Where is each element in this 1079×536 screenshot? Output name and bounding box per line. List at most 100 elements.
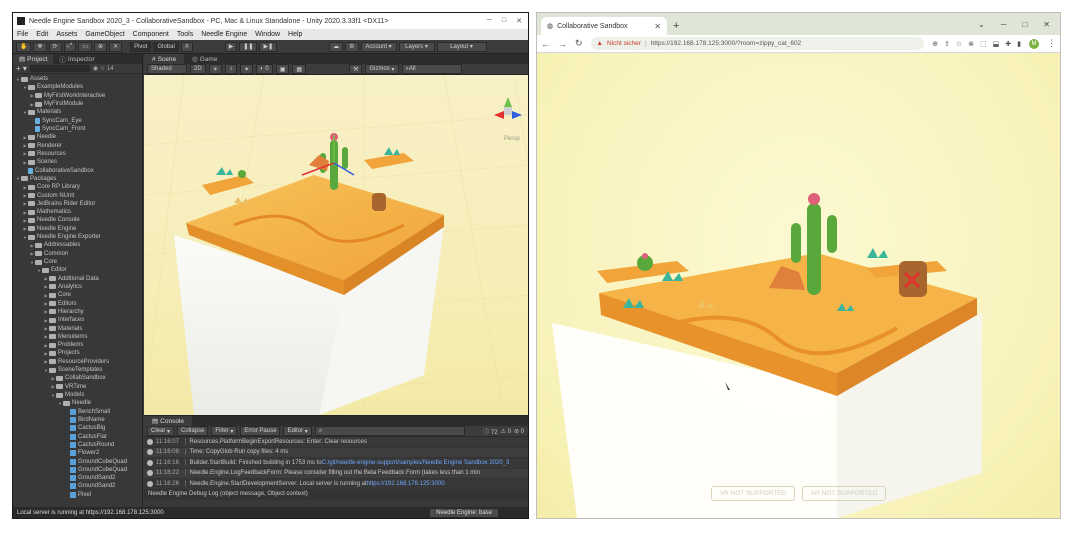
pause-button[interactable]: ❚❚ (239, 41, 258, 52)
tree-item[interactable]: ▶ Custom NUnit (13, 191, 142, 199)
tree-item[interactable]: ▶ Needle (13, 133, 142, 141)
forward-icon[interactable]: → (558, 39, 567, 49)
webpage-canvas[interactable]: VR NOT SUPPORTED AR NOT SUPPORTED (537, 53, 1060, 518)
cloud-icon[interactable]: ☁ (329, 41, 344, 52)
tree-item[interactable]: ▶ Resources (13, 150, 142, 158)
layers-dropdown[interactable]: Layers ▾ (398, 41, 435, 52)
tree-item[interactable]: ▼ ExampleModules (13, 83, 142, 91)
vr-not-supported-button[interactable]: VR NOT SUPPORTED (711, 486, 795, 501)
console-log-entry[interactable]: 11:16:22 | Needle.Engine.LogFeedbackForm: … (144, 468, 528, 479)
collab-icon[interactable]: ⚙ (345, 41, 359, 52)
menu-item-window[interactable]: Window (255, 31, 280, 38)
tree-item[interactable]: ▶ Core RP Library (13, 183, 142, 191)
menu-item-gameobject[interactable]: GameObject (85, 31, 124, 38)
tree-item[interactable]: ▶ VRTime (13, 383, 142, 391)
tree-item[interactable]: ▼ Materials (13, 108, 142, 116)
close-icon[interactable]: ✕ (516, 17, 522, 25)
tree-item[interactable]: ▶ Core (13, 291, 142, 299)
tree-item[interactable]: ▼ Needle (13, 399, 142, 407)
tree-item[interactable]: BirdName (13, 416, 142, 424)
console-log-entry[interactable]: 11:16:16 | Builder.StartBuild: Finished bu… (144, 458, 528, 469)
global-toggle[interactable]: Global (153, 41, 179, 52)
menu-item-assets[interactable]: Assets (56, 31, 77, 38)
tree-item[interactable]: ▶ Mathematics (13, 208, 142, 216)
tree-item[interactable]: ▼ Needle Engine Exporter (13, 233, 142, 241)
menu-icon[interactable]: ⋮ (1047, 38, 1056, 49)
tree-item[interactable]: ▶ JetBrains Rider Editor (13, 200, 142, 208)
rotate-tool-icon[interactable]: ⟳ (48, 41, 62, 52)
log-link[interactable]: https://192.168.178.125:3000 (367, 481, 445, 487)
clear-button[interactable]: Clear ▾ (147, 426, 175, 436)
tree-item[interactable]: SyncCam_Eye (13, 117, 142, 125)
tree-item[interactable]: ▶ Addressables (13, 241, 142, 249)
tab-game[interactable]: ◎ Game (184, 54, 225, 64)
screenshot-icon[interactable]: ⬚ (980, 40, 987, 48)
lighting-icon[interactable]: ☀ (208, 64, 223, 74)
console-search-input[interactable]: ⌕ (314, 426, 465, 436)
address-bar[interactable]: ▲ Nicht sicher | https://192.168.178.125… (590, 37, 925, 50)
tree-item[interactable]: BenchSmall (13, 408, 142, 416)
project-search-input[interactable] (29, 65, 90, 72)
pivot-toggle[interactable]: Pivot (130, 41, 152, 52)
tree-item[interactable]: GroundCubeQuad (13, 466, 142, 474)
maximize-icon[interactable]: □ (1022, 20, 1027, 29)
tree-item[interactable]: ▶ CollabSandbox (13, 374, 142, 382)
rect-tool-icon[interactable]: ▭ (78, 41, 93, 52)
menu-item-help[interactable]: Help (288, 31, 302, 38)
tree-item[interactable]: ▶ MyFirstModule (13, 100, 142, 108)
hidden-icon[interactable]: ◐ 0 (256, 64, 273, 74)
tree-item[interactable]: ▼ Editor (13, 266, 142, 274)
tree-item[interactable]: ▶ Needle Engine (13, 225, 142, 233)
log-count[interactable]: ⓘ 72 (483, 427, 497, 436)
tree-item[interactable]: ▼ Core (13, 258, 142, 266)
audio-icon[interactable]: ♪ (225, 64, 238, 74)
tree-item[interactable]: ▼ SceneTemplates (13, 366, 142, 374)
2d-toggle[interactable]: 2D (190, 64, 206, 74)
chevron-down-icon[interactable]: ⌄ (978, 20, 985, 29)
tab-scene[interactable]: # Scene (144, 54, 185, 64)
extension-icon[interactable]: ⊗ (968, 40, 974, 48)
browser-tab[interactable]: ◍ Collaborative Sandbox ✕ (541, 17, 667, 35)
scale-tool-icon[interactable]: ⤢ (63, 41, 77, 52)
console-log-entry[interactable]: 11:16:07 | Resources.PlatformBeginExportRe… (144, 437, 528, 448)
new-tab-button[interactable]: + (673, 20, 679, 32)
sidebar-icon[interactable]: ▮ (1017, 40, 1021, 48)
console-log-entry[interactable]: 11:16:08 | Time: CopyGlob Run copy files: … (144, 447, 528, 458)
maximize-icon[interactable]: □ (502, 17, 506, 25)
shading-dropdown[interactable]: Shaded (147, 64, 187, 74)
tree-item[interactable]: ▶ Renderer (13, 142, 142, 150)
tab-close-icon[interactable]: ✕ (654, 22, 661, 31)
account-dropdown[interactable]: Account ▾ (360, 41, 397, 52)
tree-item[interactable]: ▶ Editors (13, 299, 142, 307)
puzzle-icon[interactable]: ✚ (1005, 40, 1011, 48)
menu-item-edit[interactable]: Edit (36, 31, 48, 38)
dock-icon[interactable]: ⬓ (993, 40, 1000, 48)
close-icon[interactable]: ✕ (1043, 20, 1050, 29)
custom-tool-icon[interactable]: ✕ (109, 41, 123, 52)
move-tool-icon[interactable]: ✥ (33, 41, 47, 52)
tree-item[interactable]: ▼ Packages (13, 175, 142, 183)
tree-item[interactable]: GroundCubeQuad (13, 457, 142, 465)
filter-icon[interactable]: ◉ ☆ 14 (93, 65, 114, 72)
add-icon[interactable]: + ▾ (16, 64, 27, 73)
ar-not-supported-button[interactable]: AR NOT SUPPORTED (802, 486, 886, 501)
tree-item[interactable]: ▶ Needle Console (13, 216, 142, 224)
step-button[interactable]: ▶❚ (259, 41, 278, 52)
star-icon[interactable]: ☆ (956, 40, 962, 48)
minimize-icon[interactable]: ─ (487, 17, 492, 25)
snap-icon[interactable]: # (180, 41, 193, 52)
warning-count[interactable]: ⚠ 0 (501, 428, 511, 435)
tree-item[interactable]: ▶ Scenes (13, 158, 142, 166)
tree-item[interactable]: SyncCam_Front (13, 125, 142, 133)
collapse-button[interactable]: Collapse (177, 426, 209, 436)
tree-item[interactable]: GroundSand2 (13, 474, 142, 482)
minimize-icon[interactable]: ─ (1001, 20, 1007, 29)
gizmos-dropdown[interactable]: Gizmos ▾ (365, 64, 399, 74)
console-log-entry[interactable]: 11:16:26 | Needle.Engine.StartDevelopmentS… (144, 479, 528, 490)
menu-item-component[interactable]: Component (133, 31, 169, 38)
menu-item-needle-engine[interactable]: Needle Engine (201, 31, 247, 38)
error-pause-button[interactable]: Error Pause (240, 426, 281, 436)
effects-icon[interactable]: ✦ (240, 64, 254, 74)
tree-item[interactable]: ▼ Assets (13, 75, 142, 83)
tab-console[interactable]: ▤ Console (144, 416, 193, 426)
